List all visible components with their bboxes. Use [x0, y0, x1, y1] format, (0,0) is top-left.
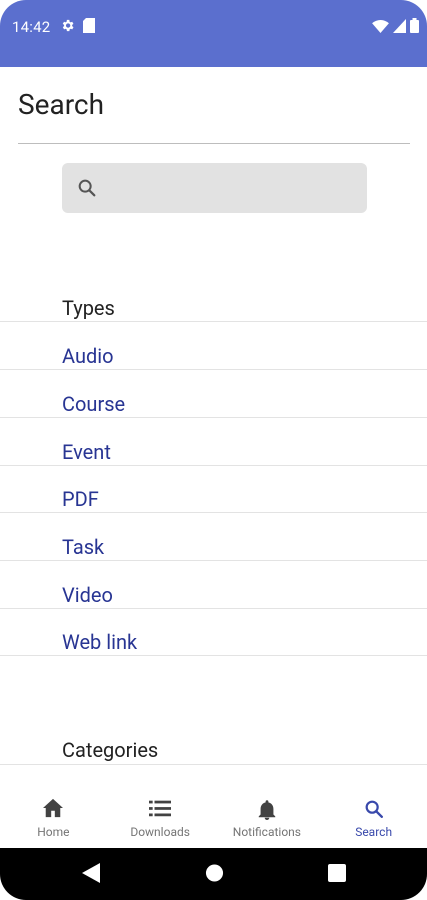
- divider: [0, 608, 427, 609]
- system-navigation-bar: [0, 848, 427, 900]
- divider: [0, 655, 427, 656]
- divider: [0, 417, 427, 418]
- sim-card-icon: [83, 18, 95, 37]
- nav-label-downloads: Downloads: [130, 825, 190, 839]
- types-header: Types: [62, 296, 115, 320]
- type-item-event[interactable]: Event: [62, 440, 111, 464]
- nav-item-notifications[interactable]: Notifications: [214, 788, 321, 848]
- search-input[interactable]: [110, 173, 354, 205]
- status-bar: 14:42: [0, 0, 427, 67]
- battery-icon: [410, 18, 419, 37]
- nav-label-home: Home: [37, 825, 70, 839]
- status-time: 14:42: [12, 18, 51, 36]
- recents-square-icon[interactable]: [328, 863, 346, 887]
- wifi-icon: [372, 18, 389, 37]
- list-icon: [149, 800, 172, 817]
- home-circle-icon[interactable]: [205, 863, 224, 887]
- bottom-navigation: Home Downloads Notifications Search: [0, 788, 427, 848]
- settings-gear-icon: [60, 18, 75, 37]
- nav-label-notifications: Notifications: [232, 825, 301, 839]
- type-item-video[interactable]: Video: [62, 583, 113, 607]
- categories-header: Categories: [62, 738, 159, 762]
- title-divider: [18, 143, 410, 144]
- divider: [0, 764, 427, 765]
- search-icon: [78, 179, 96, 197]
- type-item-course[interactable]: Course: [62, 392, 125, 416]
- search-box[interactable]: [62, 163, 367, 213]
- divider: [0, 560, 427, 561]
- search-icon: [365, 800, 383, 818]
- type-item-audio[interactable]: Audio: [62, 344, 114, 368]
- nav-item-search[interactable]: Search: [320, 788, 427, 848]
- divider: [0, 512, 427, 513]
- divider: [0, 369, 427, 370]
- divider: [0, 321, 427, 322]
- nav-item-home[interactable]: Home: [0, 788, 107, 848]
- bell-icon: [258, 800, 276, 820]
- nav-label-search: Search: [355, 825, 393, 839]
- page-title: Search: [18, 88, 105, 121]
- nav-item-downloads[interactable]: Downloads: [107, 788, 214, 848]
- home-icon: [43, 798, 64, 818]
- type-item-task[interactable]: Task: [62, 535, 104, 559]
- back-icon[interactable]: [82, 863, 100, 887]
- type-item-pdf[interactable]: PDF: [62, 487, 99, 511]
- divider: [0, 465, 427, 466]
- type-item-web-link[interactable]: Web link: [62, 630, 137, 654]
- signal-icon: [393, 18, 406, 37]
